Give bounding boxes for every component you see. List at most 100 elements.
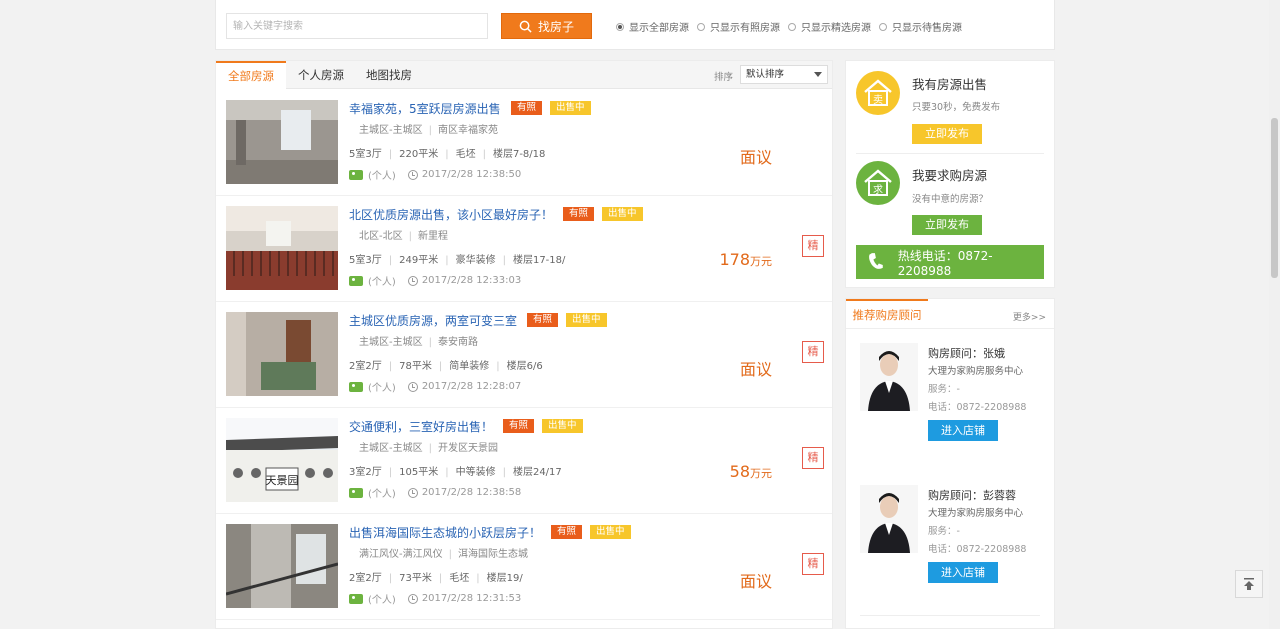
filter-with-photo[interactable]: 只显示有照房源 [697,19,780,34]
tab-personal-listings[interactable]: 个人房源 [288,61,354,89]
search-input[interactable] [226,13,488,39]
sell-publish-button[interactable]: 立即发布 [912,124,982,144]
filter-for-sale[interactable]: 只显示待售房源 [879,19,962,34]
back-to-top-button[interactable] [1235,570,1263,598]
listing-row[interactable]: 幸福家苑，5室跃层房源出售 有照 出售中 主城区-主城区 | 南区幸福家苑 5室3厅… [216,90,832,196]
buy-subtitle: 没有中意的房源？ [912,194,989,205]
photo-badge: 有照 [511,101,543,115]
listing-layout: 2室2厅 [349,573,382,584]
listing-location: 北区-北区 | 新里程 [359,231,448,242]
radio-icon [879,22,887,31]
listing-floor: 楼层7-8/18 [492,149,546,160]
featured-badge: 精 [802,447,824,469]
listing-meta: (个人) 2017/2/28 12:38:58 [349,485,521,500]
listing-title[interactable]: 交通便利，三室好房出售！ [349,418,493,435]
advisor-service: 服务：- [928,384,960,395]
sell-subtitle: 只要30秒，免费发布 [912,102,1001,113]
listing-title[interactable]: 幸福家苑，5室跃层房源出售 [349,100,501,117]
advisor-phone: 电话：0872-2208988 [928,544,1027,555]
listing-floor: 楼层24/17 [512,467,562,478]
clock-icon [407,381,418,392]
listing-attributes: 3室2厅 | 105平米 | 中等装修 | 楼层24/17 [349,467,562,478]
listing-photo[interactable] [226,312,338,396]
house-sell-icon: 卖 [856,71,900,115]
listing-price: 面议 [740,356,772,380]
photo-badge: 有照 [563,207,595,221]
photo-badge: 有照 [503,419,535,433]
enter-shop-button[interactable]: 进入店铺 [928,562,998,583]
listing-time: 2017/2/28 12:28:07 [421,381,522,392]
listing-row[interactable]: 出售洱海国际生态城的小跃层房子！ 有照 出售中 满江风仪-满江风仪 | 洱海国际生态… [216,514,832,620]
listing-floor: 楼层19/ [486,573,523,584]
listing-row[interactable]: 主城区优质房源，两室可变三室 有照 出售中 主城区-主城区 | 泰安南路 2室2厅 |… [216,302,832,408]
listing-meta: (个人) 2017/2/28 12:33:03 [349,273,521,288]
listing-title[interactable]: 主城区优质房源，两室可变三室 [349,312,517,329]
listing-row[interactable]: 北区优质房源出售，该小区最好房子！ 有照 出售中 北区-北区 | 新里程 5室3厅 |… [216,196,832,302]
advisor-name: 购房顾问：彭蓉蓉 [928,489,1016,502]
advisor-card: 购房顾问：彭蓉蓉 大理为家购房服务中心 服务：- 电话：0872-2208988… [846,485,1054,615]
person-icon [349,593,363,604]
price-value: 面议 [739,360,772,379]
tab-map-search[interactable]: 地图找房 [356,61,422,89]
search-icon [519,20,532,33]
search-button-label: 找房子 [537,19,574,34]
listing-panel: 全部房源 个人房源 地图找房 排序 默认排序 幸福家苑，5室跃层房源出售 有照 … [215,60,833,629]
listing-area: 220平米 [399,149,439,160]
for-sale-badge: 出售中 [550,101,591,115]
listing-attributes: 2室2厅 | 78平米 | 简单装修 | 楼层6/6 [349,361,543,372]
for-sale-badge: 出售中 [566,313,607,327]
listing-meta: (个人) 2017/2/28 12:28:07 [349,379,521,394]
filter-label: 只显示待售房源 [892,23,962,34]
listing-photo[interactable]: 天景园 [226,418,338,502]
enter-shop-button[interactable]: 进入店铺 [928,420,998,441]
sort-label: 排序 [714,72,734,83]
divider [856,153,1044,154]
buy-title: 我要求购房源 [912,168,988,183]
price-unit: 万元 [750,467,772,480]
person-icon [349,487,363,498]
scrollbar[interactable] [1269,0,1280,629]
price-value: 面议 [739,572,772,591]
listing-title[interactable]: 出售洱海国际生态城的小跃层房子！ [349,524,541,541]
tab-all-listings[interactable]: 全部房源 [216,61,286,90]
filter-featured[interactable]: 只显示精选房源 [788,19,871,34]
person-icon [349,381,363,392]
listing-community: 泰安南路 [437,337,478,348]
arrow-up-icon [1244,578,1254,590]
clock-icon [407,169,418,180]
radio-icon [788,22,796,31]
listing-district: 满江风仪-满江风仪 [359,549,443,560]
listing-time: 2017/2/28 12:31:53 [421,593,522,604]
listing-location: 主城区-主城区 | 南区幸福家苑 [359,125,498,136]
sort-dropdown[interactable]: 默认排序 [740,65,828,84]
listing-title[interactable]: 北区优质房源出售，该小区最好房子！ [349,206,553,223]
advisor-org: 大理为家购房服务中心 [928,366,1024,377]
scrollbar-thumb[interactable] [1271,118,1278,278]
listing-photo[interactable] [226,100,338,184]
more-link[interactable]: 更多>> [1013,310,1046,323]
listing-layout: 2室2厅 [349,361,382,372]
featured-badge: 精 [802,341,824,363]
search-button[interactable]: 找房子 [501,13,592,39]
listing-district: 主城区-主城区 [359,337,423,348]
person-icon [349,169,363,180]
clock-icon [407,275,418,286]
listing-layout: 5室3厅 [349,149,382,160]
listing-row[interactable]: 天景园 交通便利，三室好房出售！ 有照 出售中 主城区-主城区 | 开发区天景园 3… [216,408,832,514]
listing-poster: (个人) [368,383,396,394]
listing-poster: (个人) [368,595,396,606]
listing-community: 南区幸福家苑 [437,125,498,136]
buy-publish-button[interactable]: 立即发布 [912,215,982,235]
listing-attributes: 5室3厅 | 220平米 | 毛坯 | 楼层7-8/18 [349,149,546,160]
radio-icon [697,22,705,31]
divider [846,328,1054,329]
listing-meta: (个人) 2017/2/28 12:31:53 [349,591,521,606]
hotline-banner: 热线电话：0872-2208988 [856,245,1044,279]
avatar [860,485,918,553]
listing-photo[interactable] [226,524,338,608]
listing-floor: 楼层17-18/ [512,255,566,266]
listing-photo[interactable] [226,206,338,290]
filter-all[interactable]: 显示全部房源 [616,19,689,34]
phone-icon [869,253,883,269]
listing-poster: (个人) [368,171,396,182]
